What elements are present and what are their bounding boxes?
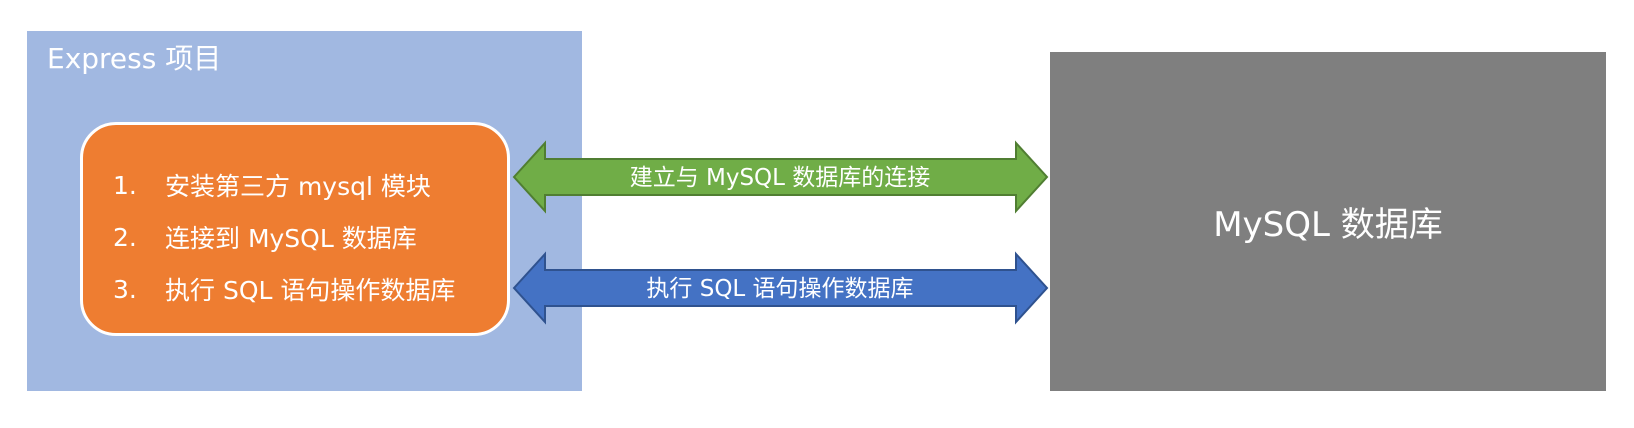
diagram-canvas: Express 项目 1. 安装第三方 mysql 模块 2. 连接到 MySQ… [0, 0, 1634, 428]
execute-arrow-label: 执行 SQL 语句操作数据库 [646, 276, 913, 302]
connect-arrow-label: 建立与 MySQL 数据库的连接 [630, 165, 931, 191]
arrows-layer: 建立与 MySQL 数据库的连接 执行 SQL 语句操作数据库 [512, 140, 1049, 325]
